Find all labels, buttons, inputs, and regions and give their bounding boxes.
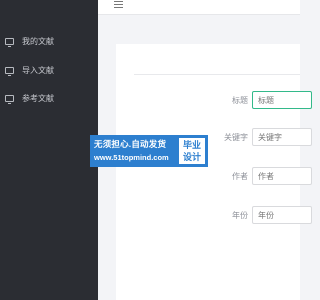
sidebar-item-bibliography[interactable]: 参考文献 — [0, 87, 98, 113]
sidebar-item-label: 我的文献 — [22, 37, 54, 46]
watermark-banner: 无须担心.自动发货 www.51topmind.com 毕业 设计 — [90, 135, 208, 167]
hamburger-icon[interactable] — [114, 1, 123, 8]
top-bar — [98, 0, 300, 15]
sidebar-item-label: 参考文献 — [22, 94, 54, 103]
author-input[interactable] — [252, 167, 312, 185]
monitor-icon — [5, 38, 14, 47]
monitor-icon — [5, 67, 14, 76]
sidebar-item-label: 导入文献 — [22, 66, 54, 75]
sidebar-item-my-references[interactable]: 我的文献 — [0, 30, 98, 56]
watermark-slogan: 无须担心.自动发货 — [94, 139, 167, 149]
watermark-badge-line2: 设计 — [182, 152, 201, 162]
year-input[interactable] — [252, 206, 312, 224]
year-label: 年份 — [232, 211, 248, 220]
form-row-author: 作者 — [116, 167, 312, 185]
watermark-badge: 毕业 设计 — [179, 138, 205, 164]
keyword-label: 关键字 — [224, 133, 248, 142]
author-label: 作者 — [232, 172, 248, 181]
title-label: 标题 — [232, 96, 248, 105]
search-form-panel: 标题 关键字 作者 年份 — [116, 44, 312, 300]
monitor-icon — [5, 95, 14, 104]
title-input[interactable] — [252, 91, 312, 109]
keyword-input[interactable] — [252, 128, 312, 146]
watermark-badge-line1: 毕业 — [182, 140, 201, 150]
sidebar-item-import-references[interactable]: 导入文献 — [0, 59, 98, 85]
form-row-year: 年份 — [116, 206, 312, 224]
divider — [134, 74, 300, 75]
watermark-url: www.51topmind.com — [94, 153, 169, 162]
sidebar: 我的文献 导入文献 参考文献 — [0, 0, 98, 300]
form-row-title: 标题 — [116, 91, 312, 109]
